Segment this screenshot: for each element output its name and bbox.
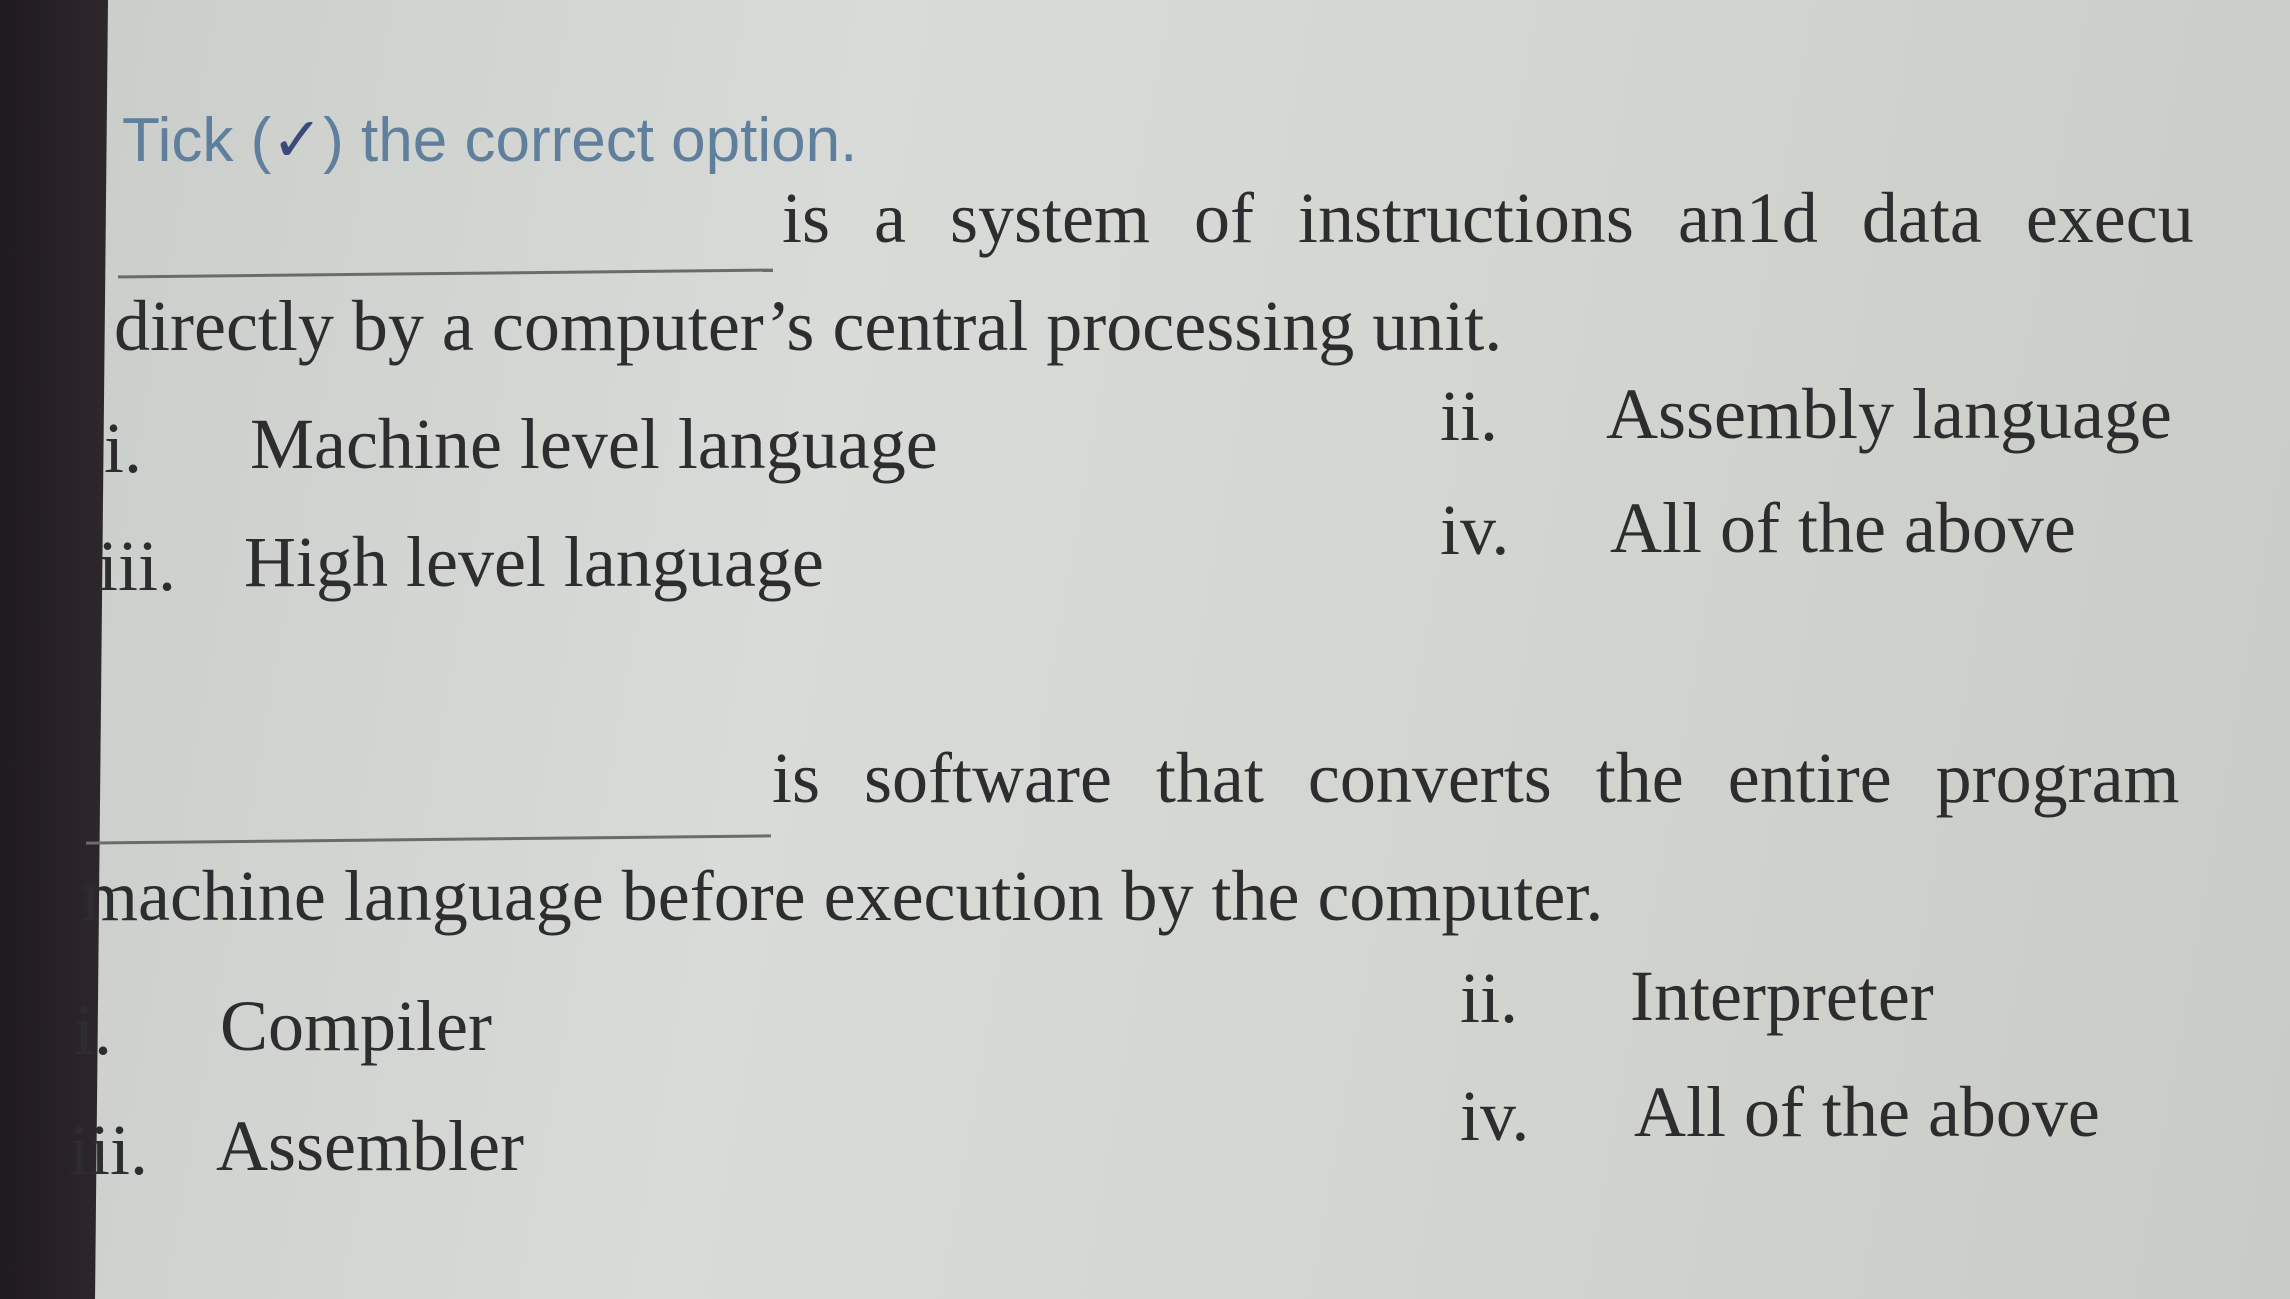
q2-option-3-num: iii.: [70, 1110, 149, 1190]
q1-option-2[interactable]: Assembly language: [1606, 378, 2172, 450]
q1-option-4-num: iv.: [1440, 490, 1510, 570]
q1-option-2-num: ii.: [1440, 376, 1499, 456]
q2-option-2-num: ii.: [1460, 958, 1519, 1038]
question-1-line-2: directly by a computer’s central process…: [114, 286, 1503, 366]
q2-option-4-num: iv.: [1460, 1076, 1530, 1156]
q1-option-3[interactable]: High level language: [244, 526, 824, 598]
question-1-line-1: is a system of instructions an1d data ex…: [782, 178, 2194, 258]
book-spine-shadow: [0, 0, 108, 1299]
q2-option-4[interactable]: All of the above: [1634, 1076, 2100, 1148]
q1-option-3-num: iii.: [98, 526, 177, 606]
answer-blank-1[interactable]: [118, 268, 773, 279]
q2-option-2[interactable]: Interpreter: [1630, 960, 1934, 1032]
instruction-heading: Tick (✓) the correct option.: [122, 110, 857, 172]
question-2-line-1: is software that converts the entire pro…: [772, 738, 2180, 818]
q1-option-1[interactable]: Machine level language: [250, 408, 938, 480]
q2-option-1-num: i.: [74, 990, 113, 1070]
q2-option-3[interactable]: Assembler: [216, 1110, 524, 1182]
question-2-line-2: machine language before execution by the…: [82, 856, 1604, 936]
q1-option-4[interactable]: All of the above: [1610, 492, 2076, 564]
tick-icon: ✓: [271, 106, 324, 175]
instruction-prefix: Tick (: [122, 106, 272, 175]
q1-option-1-num: i.: [104, 408, 143, 488]
instruction-suffix: ) the correct option.: [323, 106, 858, 175]
answer-blank-2[interactable]: [86, 834, 771, 845]
q2-option-1[interactable]: Compiler: [220, 990, 492, 1062]
